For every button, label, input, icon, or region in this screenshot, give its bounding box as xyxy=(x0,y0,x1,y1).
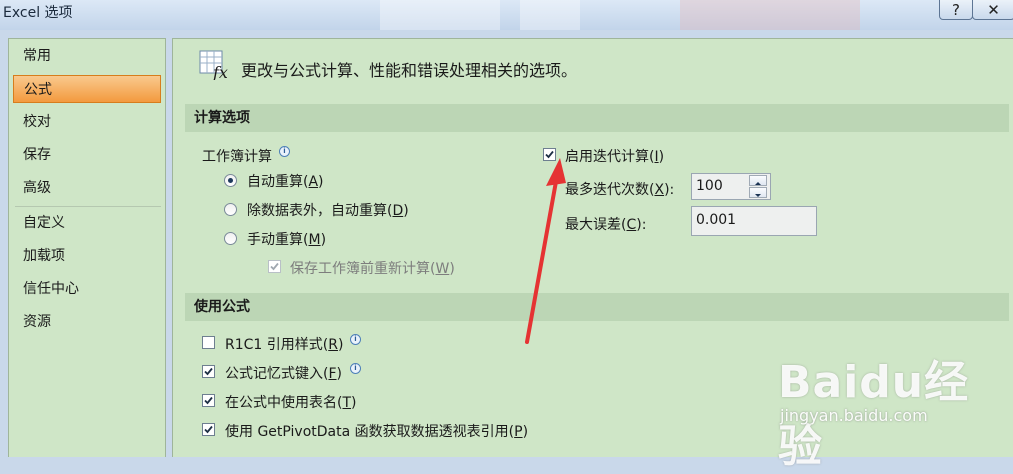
title-bar-blur xyxy=(380,0,500,30)
iterative-calc-label: 启用迭代计算(I) xyxy=(565,149,665,165)
check-icon xyxy=(204,396,213,405)
check-icon xyxy=(204,367,213,376)
main-panel: fx 更改与公式计算、性能和错误处理相关的选项。 计算选项 工作簿计算 i 自动… xyxy=(172,38,1013,457)
check-icon xyxy=(204,425,213,434)
title-bar: Excel 选项 ? ✕ xyxy=(0,0,1013,30)
radio-manual-recalc-label: 手动重算(M) xyxy=(247,232,327,248)
sidebar-item-customize[interactable]: 自定义 xyxy=(13,209,161,237)
sidebar-item-save[interactable]: 保存 xyxy=(13,141,161,169)
recalc-before-save-label: 保存工作簿前重新计算(W) xyxy=(290,261,455,277)
recalc-before-save-checkbox[interactable] xyxy=(268,260,281,273)
help-button[interactable]: ? xyxy=(939,0,973,20)
max-iterations-label: 最多迭代次数(X): xyxy=(565,182,675,198)
info-icon: i xyxy=(350,334,361,345)
formula-autocomplete-checkbox[interactable] xyxy=(202,365,215,378)
sidebar: 常用 公式 校对 保存 高级 自定义 加载项 信任中心 资源 xyxy=(8,38,166,457)
sidebar-item-resources[interactable]: 资源 xyxy=(13,308,161,336)
radio-auto-except-tables[interactable] xyxy=(224,203,237,216)
chevron-down-icon xyxy=(755,194,761,197)
sidebar-item-general[interactable]: 常用 xyxy=(13,42,161,70)
max-change-label: 最大误差(C): xyxy=(565,217,647,233)
sidebar-item-formulas[interactable]: 公式 xyxy=(13,75,161,103)
radio-dot xyxy=(228,178,233,183)
title-bar-blur xyxy=(680,0,860,30)
table-names-label: 在公式中使用表名(T) xyxy=(225,395,357,411)
max-change-value: 0.001 xyxy=(696,212,737,228)
radio-auto-recalc-label: 自动重算(A) xyxy=(247,174,324,190)
getpivotdata-label: 使用 GetPivotData 函数获取数据透视表引用(P) xyxy=(225,424,529,440)
max-iterations-value: 100 xyxy=(696,178,723,194)
table-names-checkbox[interactable] xyxy=(202,394,215,407)
section-working-with-formulas: 使用公式 xyxy=(185,293,1009,321)
sidebar-item-advanced[interactable]: 高级 xyxy=(13,174,161,202)
sidebar-item-proofing[interactable]: 校对 xyxy=(13,108,161,136)
title-bar-blur xyxy=(520,0,580,30)
formula-autocomplete-label: 公式记忆式键入(F) xyxy=(225,366,342,382)
radio-manual-recalc[interactable] xyxy=(224,232,237,245)
iterative-calc-checkbox[interactable] xyxy=(543,148,556,161)
r1c1-label: R1C1 引用样式(R) xyxy=(225,337,344,353)
sidebar-item-addins[interactable]: 加载项 xyxy=(13,242,161,270)
info-icon: i xyxy=(279,146,290,157)
function-icon: fx xyxy=(199,50,228,80)
r1c1-checkbox[interactable] xyxy=(202,336,215,349)
max-iterations-input[interactable]: 100 xyxy=(691,173,771,200)
max-change-input[interactable]: 0.001 xyxy=(691,206,817,236)
sidebar-item-trust-center[interactable]: 信任中心 xyxy=(13,275,161,303)
radio-auto-except-tables-label: 除数据表外，自动重算(D) xyxy=(247,203,409,219)
spin-down-button[interactable] xyxy=(749,187,767,198)
page-description: 更改与公式计算、性能和错误处理相关的选项。 xyxy=(241,61,578,80)
window-title: Excel 选项 xyxy=(3,5,73,21)
sidebar-divider xyxy=(15,206,161,207)
getpivotdata-checkbox[interactable] xyxy=(202,423,215,436)
spin-up-button[interactable] xyxy=(749,175,767,186)
workbook-calc-label: 工作簿计算 xyxy=(202,149,272,165)
info-icon: i xyxy=(350,363,361,374)
page-header: fx 更改与公式计算、性能和错误处理相关的选项。 xyxy=(181,39,1007,93)
radio-auto-recalc[interactable] xyxy=(224,174,237,187)
svg-text:fx: fx xyxy=(212,63,228,80)
check-icon xyxy=(545,150,554,159)
close-button[interactable]: ✕ xyxy=(972,0,1013,20)
check-icon xyxy=(270,262,279,271)
section-calc-options: 计算选项 xyxy=(185,104,1009,132)
